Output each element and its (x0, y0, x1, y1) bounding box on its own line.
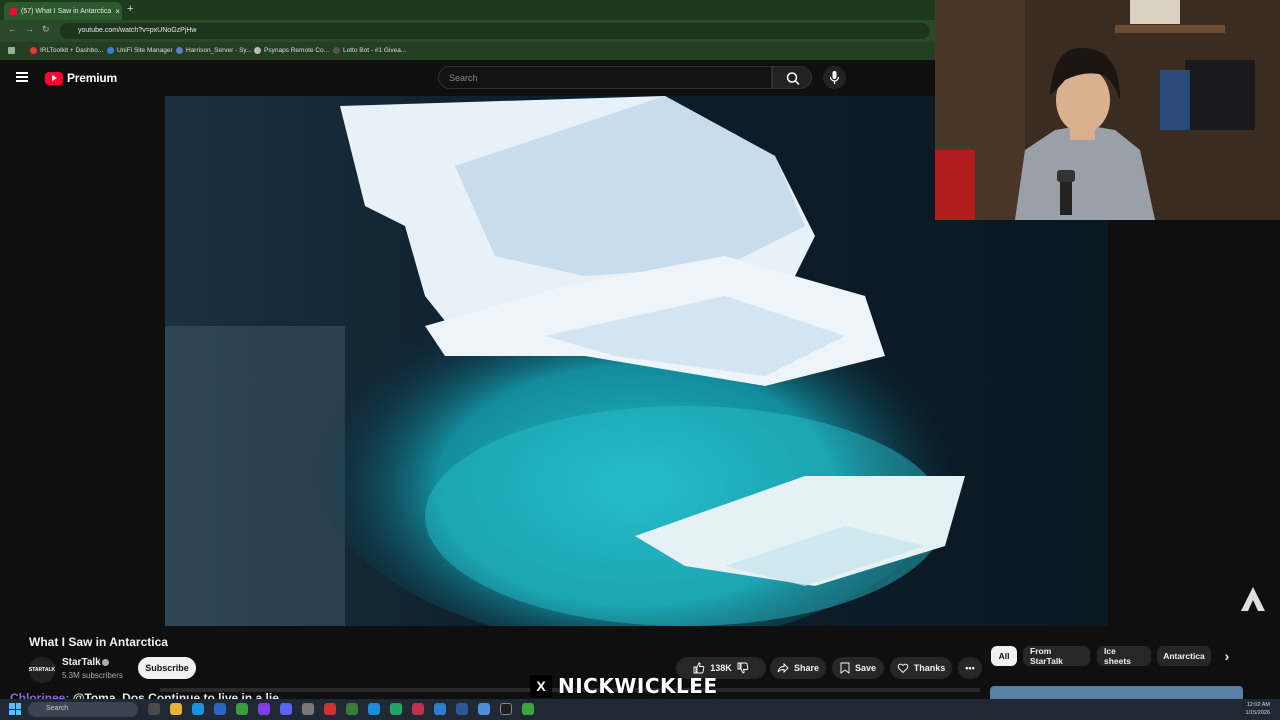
microphone-icon (829, 71, 840, 84)
app-icon[interactable] (412, 703, 424, 715)
edge-icon[interactable] (192, 703, 204, 715)
app-icon[interactable] (434, 703, 446, 715)
url-text: youtube.com/watch?v=pxUNoGzPjHw (78, 27, 197, 34)
verified-icon (102, 659, 109, 666)
share-label: Share (793, 663, 819, 673)
url-field[interactable]: youtube.com/watch?v=pxUNoGzPjHw (60, 23, 930, 39)
clock-time: 12:02 AM (1246, 702, 1270, 708)
thanks-label: Thanks (913, 663, 946, 673)
search-placeholder: Search (449, 73, 478, 83)
related-video-thumbnail[interactable] (990, 686, 1243, 700)
x-logo-icon: X (530, 675, 552, 697)
voice-search-button[interactable] (823, 66, 846, 89)
system-clock[interactable]: 12:02 AM 1/15/2026 (1246, 701, 1270, 717)
video-title: What I Saw in Antarctica (29, 635, 168, 649)
bookmark-icon (840, 662, 850, 674)
app-icon[interactable] (368, 703, 380, 715)
chrome-icon[interactable] (236, 703, 248, 715)
thanks-heart-icon (897, 663, 909, 674)
chip-antarctica[interactable]: Antarctica (1157, 646, 1211, 666)
streamer-camera-image (935, 0, 1280, 220)
bookmark-item[interactable]: Psynaps Remote Co... (254, 47, 329, 54)
back-icon[interactable]: ← (8, 24, 17, 34)
streamer-brand-overlay: X NICKWICKLEE (530, 672, 718, 700)
chip-all[interactable]: All (991, 646, 1017, 666)
address-bar-row: ← → ↻ youtube.com/watch?v=pxUNoGzPjHw (0, 20, 935, 42)
channel-name[interactable]: StarTalk (62, 657, 101, 668)
task-view-icon[interactable] (148, 703, 160, 715)
thumbs-down-icon (737, 662, 749, 674)
thanks-button[interactable]: Thanks (890, 657, 952, 679)
bookmark-item[interactable]: IRLToolkit + Dashbo... (30, 47, 103, 54)
subscribe-button[interactable]: Subscribe (138, 657, 196, 679)
bookmarks-bar: IRLToolkit + Dashbo... UniFi Site Manage… (0, 42, 935, 60)
browser-tab-strip: (57) What I Saw in Antarctica × + (0, 0, 935, 20)
streamer-name: NICKWICKLEE (558, 674, 718, 698)
youtube-premium-logo[interactable]: Premium (45, 71, 117, 85)
chevron-right-icon[interactable]: › (1216, 646, 1238, 666)
channel-avatar[interactable]: STARTALK (29, 657, 55, 683)
clock-date: 1/15/2026 (1245, 710, 1270, 716)
windows-start-icon[interactable] (9, 703, 21, 715)
share-icon (777, 662, 789, 674)
new-tab-button[interactable]: + (127, 3, 133, 15)
share-button[interactable]: Share (770, 657, 826, 679)
menu-icon[interactable] (16, 72, 28, 82)
tab-title: (57) What I Saw in Antarctica (21, 7, 112, 15)
app-icon[interactable] (478, 703, 490, 715)
chip-from-startalk[interactable]: From StarTalk (1023, 646, 1090, 666)
forward-icon[interactable]: → (25, 24, 34, 34)
youtube-favicon-icon (10, 7, 17, 15)
bookmark-item[interactable]: Harrison_Server - Sy... (176, 47, 252, 54)
discord-icon[interactable] (280, 703, 292, 715)
webcam-overlay (935, 0, 1280, 220)
stream-logo-icon (1239, 585, 1267, 613)
file-explorer-icon[interactable] (170, 703, 182, 715)
taskbar-search-placeholder: Search (46, 705, 69, 712)
search-icon (786, 72, 800, 86)
app-icon[interactable] (258, 703, 270, 715)
logo-text: Premium (67, 71, 117, 85)
bookmark-item[interactable]: UniFi Site Manager (107, 47, 173, 54)
subscriber-count: 5.3M subscribers (62, 671, 123, 680)
search-input[interactable]: Search (438, 66, 772, 89)
save-button[interactable]: Save (832, 657, 884, 679)
youtube-header: Premium Search (0, 60, 935, 96)
chip-ice-sheets[interactable]: Ice sheets (1097, 646, 1151, 666)
taskbar-search-input[interactable]: Search (28, 702, 138, 717)
search-button[interactable] (772, 66, 812, 89)
dislike-button[interactable] (737, 662, 749, 674)
more-icon: ••• (965, 663, 975, 673)
app-icon[interactable] (346, 703, 358, 715)
more-actions-button[interactable]: ••• (958, 657, 982, 679)
app-icon[interactable] (324, 703, 336, 715)
youtube-play-icon (45, 71, 63, 85)
windows-taskbar: Search 12:02 AM 1/15/2026 (0, 699, 1280, 720)
browser-tab[interactable]: (57) What I Saw in Antarctica × (4, 2, 122, 20)
apps-icon[interactable] (8, 47, 15, 54)
app-icon[interactable] (500, 703, 512, 715)
app-icon[interactable] (456, 703, 468, 715)
app-icon[interactable] (522, 703, 534, 715)
bookmark-item[interactable]: Lotto Bot - #1 Givea... (333, 47, 406, 54)
store-icon[interactable] (214, 703, 226, 715)
obs-icon[interactable] (302, 703, 314, 715)
save-label: Save (854, 663, 877, 673)
app-icon[interactable] (390, 703, 402, 715)
close-tab-icon[interactable]: × (115, 7, 120, 16)
reload-icon[interactable]: ↻ (42, 24, 50, 35)
